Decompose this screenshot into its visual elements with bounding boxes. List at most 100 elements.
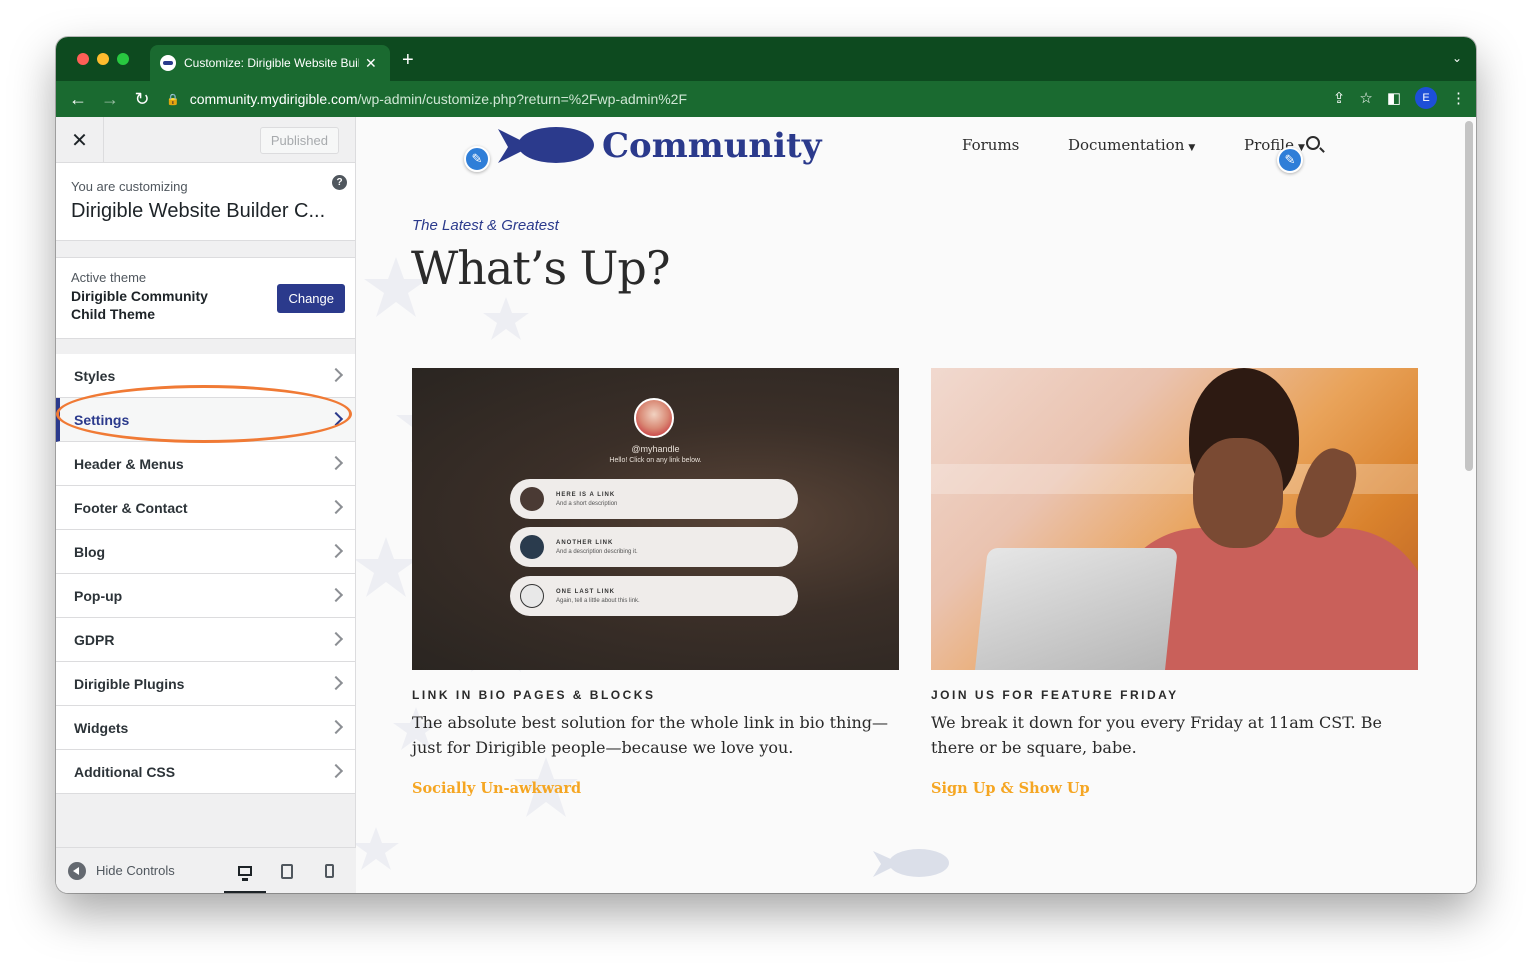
help-icon[interactable]: ? (332, 175, 347, 190)
bio-link-title: HERE IS A LINK (556, 491, 616, 498)
panel-footer-contact[interactable]: Footer & Contact (56, 486, 355, 530)
site-title: Dirigible Website Builder C... (71, 200, 326, 222)
laptop (974, 548, 1178, 670)
lock-icon: 🔒 (166, 93, 180, 106)
published-button[interactable]: Published (259, 127, 339, 154)
chevron-right-icon (328, 631, 344, 647)
edit-logo-pencil-icon[interactable]: ✎ (464, 146, 490, 172)
address-bar[interactable]: 🔒 community.mydirigible.com/wp-admin/cus… (166, 85, 1326, 113)
panel-label: GDPR (74, 631, 115, 648)
chevron-right-icon (328, 455, 344, 471)
panel-additional-css[interactable]: Additional CSS (56, 750, 355, 794)
panel-label: Blog (74, 543, 106, 560)
close-customizer-button[interactable]: ✕ (56, 117, 104, 163)
caret-down-icon: ▼ (1188, 143, 1196, 153)
blimp-logo-icon (498, 127, 594, 163)
feature-card-link-in-bio: @myhandle Hello! Click on any link below… (412, 368, 899, 797)
chevron-right-icon (328, 411, 344, 427)
bio-link-thumb (520, 487, 544, 511)
panel-label: Settings (74, 411, 130, 428)
customizing-label: You are customizing (71, 179, 188, 194)
card-text: The absolute best solution for the whole… (412, 713, 889, 757)
side-panel-icon[interactable]: ◧ (1387, 89, 1401, 107)
customizer-sidebar: ✕ Published You are customizing Dirigibl… (56, 117, 356, 893)
toolbar-actions: ⇪ ☆ ◧ E ⋮ (1333, 87, 1466, 109)
panel-blog[interactable]: Blog (56, 530, 355, 574)
tablet-icon (281, 863, 293, 879)
tab-title: Customize: Dirigible Website Builder Com… (184, 56, 359, 70)
footer-blimp-icon (873, 849, 949, 877)
panel-gdpr[interactable]: GDPR (56, 618, 355, 662)
site-logo-text[interactable]: Community (602, 126, 822, 166)
bio-link-title: ANOTHER LINK (556, 539, 614, 546)
card-link[interactable]: Sign Up & Show Up (931, 780, 1418, 797)
panel-settings[interactable]: Settings (56, 398, 355, 442)
customizing-info: You are customizing Dirigible Website Bu… (56, 163, 355, 241)
panel-label: Footer & Contact (74, 499, 188, 516)
preview-scrollbar[interactable] (1465, 121, 1473, 471)
card-link[interactable]: Socially Un-awkward (412, 780, 899, 797)
chevron-right-icon (328, 763, 344, 779)
card-label: LINK IN BIO PAGES & BLOCKS (412, 688, 656, 702)
card-label: JOIN US FOR FEATURE FRIDAY (931, 688, 1179, 702)
edit-menu-pencil-icon[interactable]: ✎ (1277, 147, 1303, 173)
search-icon[interactable] (1306, 136, 1320, 150)
tab-close-icon[interactable]: ✕ (365, 55, 377, 72)
panel-header-menus[interactable]: Header & Menus (56, 442, 355, 486)
feature-friday-image[interactable] (931, 368, 1418, 670)
mobile-preview-button[interactable] (308, 848, 350, 893)
customizer-panels: Styles Settings Header & Menus Footer & … (56, 354, 355, 794)
panel-dirigible-plugins[interactable]: Dirigible Plugins (56, 662, 355, 706)
active-theme-label: Active theme (71, 270, 147, 285)
change-theme-button[interactable]: Change (277, 284, 345, 313)
bio-handle: @myhandle (631, 444, 680, 454)
close-window-button[interactable] (77, 53, 89, 65)
forward-arrow-icon[interactable]: → (94, 89, 126, 110)
panel-popup[interactable]: Pop-up (56, 574, 355, 618)
back-arrow-icon[interactable]: ← (62, 89, 94, 110)
zoom-window-button[interactable] (117, 53, 129, 65)
hide-controls-icon[interactable] (68, 861, 86, 880)
chevron-right-icon (328, 587, 344, 603)
bookmark-star-icon[interactable]: ☆ (1359, 89, 1372, 107)
panel-label: Additional CSS (74, 763, 176, 780)
bio-link-title: ONE LAST LINK (556, 588, 615, 595)
bio-link-desc: And a short description (556, 500, 618, 507)
panel-label: Dirigible Plugins (74, 675, 185, 692)
nav-forums[interactable]: Forums (962, 136, 1019, 154)
nav-documentation[interactable]: Documentation ▼ (1068, 136, 1195, 154)
browser-tab[interactable]: Customize: Dirigible Website Builder Com… (150, 45, 390, 81)
reload-icon[interactable]: ↻ (126, 89, 158, 110)
bio-link-thumb (520, 584, 544, 608)
card-text: We break it down for you every Friday at… (931, 713, 1382, 757)
minimize-window-button[interactable] (97, 53, 109, 65)
mobile-icon (324, 864, 334, 878)
panel-widgets[interactable]: Widgets (56, 706, 355, 750)
browser-window: Customize: Dirigible Website Builder Com… (56, 37, 1476, 893)
profile-avatar[interactable]: E (1415, 87, 1437, 109)
bio-hello: Hello! Click on any link below. (609, 457, 702, 464)
chevron-right-icon (328, 675, 344, 691)
bio-link-desc: Again, tell a little about this link. (556, 597, 640, 604)
share-icon[interactable]: ⇪ (1333, 89, 1346, 107)
url-domain: community.mydirigible.com (189, 91, 358, 107)
hide-controls-button[interactable]: Hide Controls (96, 863, 175, 878)
browser-toolbar: ← → ↻ 🔒 community.mydirigible.com/wp-adm… (56, 81, 1476, 117)
tablet-preview-button[interactable] (266, 848, 308, 893)
bio-link-item: ONE LAST LINK Again, tell a little about… (510, 576, 798, 616)
theme-name: Dirigible Community Child Theme (71, 288, 208, 322)
panel-label: Pop-up (74, 587, 123, 604)
link-in-bio-image[interactable]: @myhandle Hello! Click on any link below… (412, 368, 899, 670)
desktop-preview-button[interactable] (224, 848, 266, 893)
kebab-menu-icon[interactable]: ⋮ (1451, 89, 1466, 107)
favicon-icon (160, 55, 176, 71)
panel-styles[interactable]: Styles (56, 354, 355, 398)
bio-link-thumb (520, 535, 544, 559)
customizer-footer: Hide Controls (56, 847, 356, 893)
chevron-right-icon (328, 499, 344, 515)
chevron-right-icon (328, 543, 344, 559)
tab-search-chevron-icon[interactable]: ⌄ (1452, 51, 1462, 65)
bio-link-item: HERE IS A LINK And a short description (510, 479, 798, 519)
url-path: /wp-admin/customize.php?return=%2Fwp-adm… (357, 91, 688, 107)
new-tab-button[interactable]: + (402, 49, 414, 72)
